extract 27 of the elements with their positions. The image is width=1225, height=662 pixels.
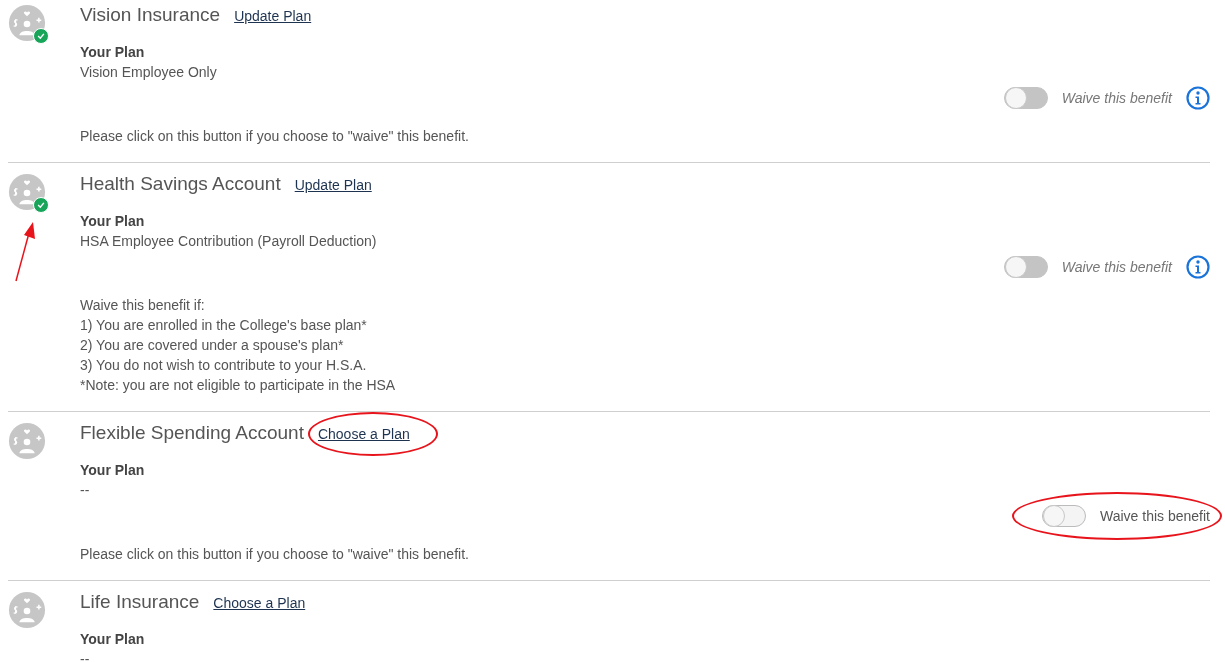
- plan-link[interactable]: Choose a Plan: [213, 595, 306, 611]
- benefit-description: Please click on this button if you choose to "waive" this benefit.: [80, 127, 470, 146]
- plan-label: Your Plan: [80, 43, 146, 62]
- plan-label: Your Plan: [80, 461, 146, 480]
- toggle-switch[interactable]: [1042, 505, 1086, 527]
- plan-value: --: [80, 481, 91, 500]
- waive-label: Waive this benefit: [1061, 90, 1172, 106]
- benefit-title: Life Insurance: [80, 591, 200, 613]
- benefits-icon: [8, 173, 46, 211]
- benefit-title: Flexible Spending Account: [80, 422, 304, 444]
- benefits-icon: [8, 422, 46, 460]
- benefit-description: Waive this benefit if: 1) You are enrolled in the College's base plan* 2) You are covered under a spouse's plan* 3) You do not wish to contribute to your H.S.A. *Note: you are not eligible to participate in the HSA: [80, 296, 397, 395]
- plan-link[interactable]: Update Plan: [294, 177, 372, 193]
- benefits-icon: [8, 4, 46, 42]
- plan-value: Vision Employee Only: [80, 63, 218, 82]
- benefit-title: Vision Insurance: [80, 4, 221, 26]
- plan-link[interactable]: Update Plan: [234, 8, 312, 24]
- plan-value: --: [80, 650, 91, 662]
- plan-link[interactable]: Choose a Plan: [317, 426, 410, 442]
- benefit-title: Health Savings Account: [80, 173, 281, 195]
- waive-label: Waive this benefit: [1100, 508, 1210, 524]
- plan-label: Your Plan: [80, 212, 146, 231]
- plan-label: Your Plan: [80, 630, 146, 649]
- benefit-description: Please click on this button if you choose to "waive" this benefit.: [80, 545, 470, 564]
- waive-label: Waive this benefit: [1061, 259, 1172, 275]
- benefits-icon: [8, 591, 46, 629]
- plan-value: HSA Employee Contribution (Payroll Deduction): [80, 232, 378, 251]
